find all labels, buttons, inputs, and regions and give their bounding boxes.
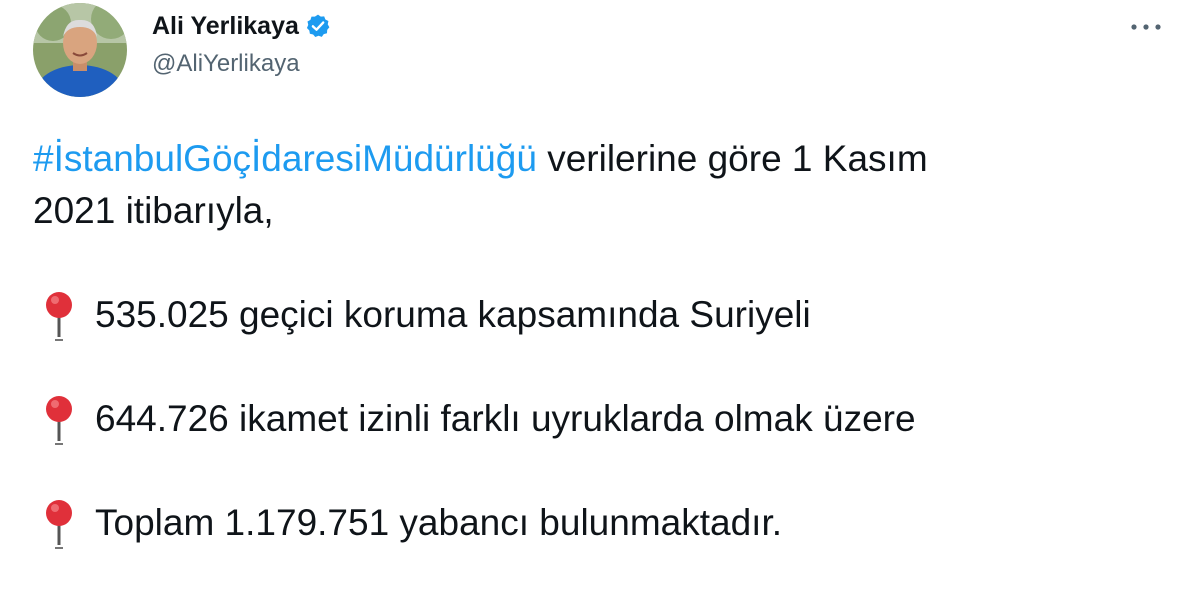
bullet-text: 644.726 ikamet izinli farklı uyruklarda … [95,398,916,439]
round-pushpin-icon [46,292,72,341]
bullet-text: Toplam 1.179.751 yabancı bulunmaktadır. [95,502,783,543]
bullet-item: Toplam 1.179.751 yabancı bulunmaktadır. [33,497,1163,549]
more-dots-icon[interactable] [1126,12,1166,42]
tweet-intro-line-2: 2021 itibarıyla, [33,190,274,231]
tweet-intro-line-1: #İstanbulGöçİdaresiMüdürlüğü verilerine … [33,133,1163,185]
bullet-item: 644.726 ikamet izinli farklı uyruklarda … [33,393,1163,445]
round-pushpin-icon [46,500,72,549]
intro-text: verilerine göre 1 Kasım [536,138,928,179]
author-row: Ali Yerlikaya [152,8,331,44]
avatar-image [33,3,127,97]
bullet-item: 535.025 geçici koruma kapsamında Suriyel… [33,289,1163,341]
tweet-text: #İstanbulGöçİdaresiMüdürlüğü verilerine … [33,133,1163,549]
display-name[interactable]: Ali Yerlikaya [152,12,299,41]
bullet-text: 535.025 geçici koruma kapsamında Suriyel… [95,294,811,335]
verified-badge-icon [305,13,331,39]
round-pushpin-icon [46,396,72,445]
avatar[interactable] [33,3,127,97]
handle[interactable]: @AliYerlikaya [152,50,300,78]
hashtag-link[interactable]: #İstanbulGöçİdaresiMüdürlüğü [33,138,537,179]
